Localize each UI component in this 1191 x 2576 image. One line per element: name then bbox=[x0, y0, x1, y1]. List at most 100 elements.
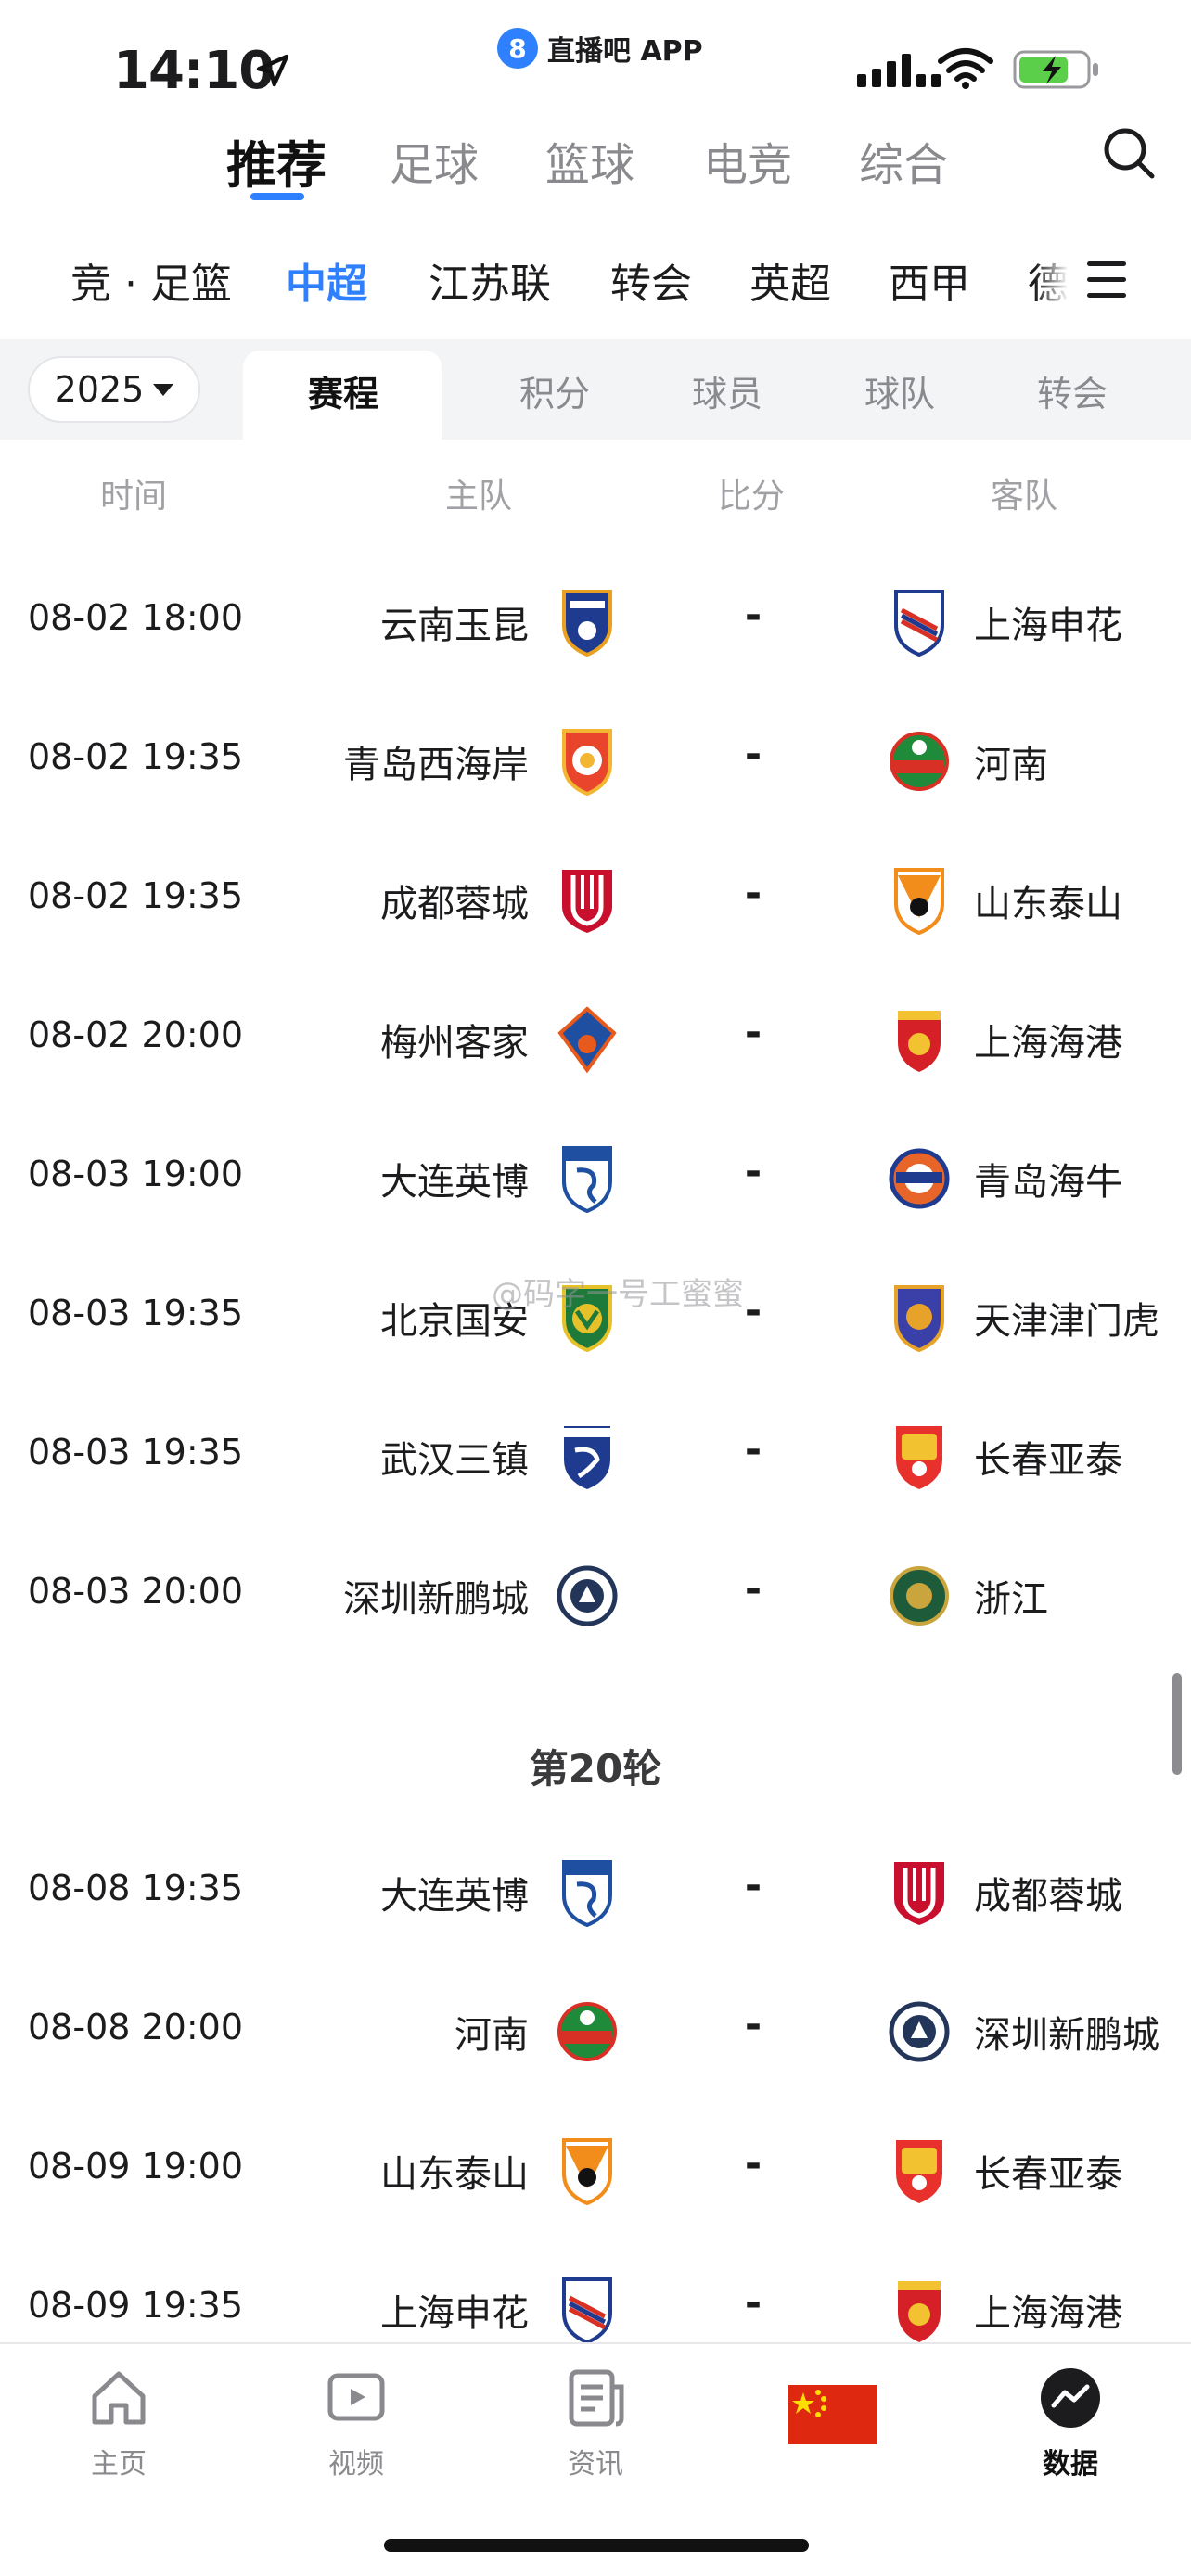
tab-football[interactable]: 足球 bbox=[390, 128, 479, 193]
home-team: 大连英博 bbox=[380, 1161, 529, 1204]
match-score: - bbox=[744, 1009, 762, 1056]
active-tab-indicator bbox=[250, 193, 304, 200]
subtab-schedule[interactable]: 赛程 bbox=[308, 365, 378, 416]
home-team: 河南 bbox=[455, 2014, 529, 2057]
tab-esports[interactable]: 电竞 bbox=[703, 128, 792, 193]
sub-tabs: 2025 赛程 积分 球员 球队 转会 bbox=[0, 339, 1191, 440]
match-time: 08-03 19:35 bbox=[28, 1293, 244, 1333]
league-tab-epl[interactable]: 英超 bbox=[749, 250, 831, 310]
menu-icon[interactable] bbox=[1074, 252, 1141, 308]
nav-home[interactable]: 主页 bbox=[54, 2365, 184, 2494]
match-score: - bbox=[744, 870, 762, 917]
team-crest-icon bbox=[557, 1565, 618, 1626]
team-crest-icon bbox=[562, 590, 612, 657]
match-row[interactable]: 08-08 19:35 大连英博 - 成都蓉城 bbox=[0, 1821, 1191, 1960]
match-score: - bbox=[744, 1565, 762, 1613]
match-time: 08-09 19:00 bbox=[28, 2146, 244, 2187]
location-arrow-icon bbox=[256, 54, 289, 87]
tab-basketball[interactable]: 篮球 bbox=[545, 128, 634, 193]
nav-news[interactable]: 资讯 bbox=[531, 2365, 660, 2494]
match-row[interactable]: 08-02 19:35 青岛西海岸 - 河南 bbox=[0, 690, 1191, 829]
home-team: 山东泰山 bbox=[380, 2153, 529, 2196]
cellular-signal-icon bbox=[857, 50, 941, 87]
app-logo-icon: 8 bbox=[497, 28, 538, 69]
away-team: 长春亚泰 bbox=[974, 2153, 1122, 2196]
home-team: 深圳新鹏城 bbox=[343, 1578, 529, 1621]
away-team: 山东泰山 bbox=[974, 883, 1122, 925]
subtab-teams[interactable]: 球队 bbox=[864, 365, 935, 416]
col-away: 客队 bbox=[991, 478, 1058, 516]
news-icon bbox=[569, 2369, 624, 2427]
league-tab-jiangsu[interactable]: 江苏联 bbox=[429, 250, 551, 310]
team-crest-icon bbox=[562, 729, 612, 796]
league-tab-laliga[interactable]: 西甲 bbox=[889, 250, 970, 310]
home-team: 青岛西海岸 bbox=[343, 744, 529, 786]
app-indicator[interactable]: 8 直播吧 APP bbox=[497, 28, 703, 69]
away-team: 长春亚泰 bbox=[974, 1439, 1122, 1482]
tab-general[interactable]: 综合 bbox=[859, 128, 948, 193]
home-team: 成都蓉城 bbox=[380, 883, 529, 925]
data-icon bbox=[1041, 2368, 1100, 2428]
match-row[interactable]: 08-08 20:00 河南 - 深圳新鹏城 bbox=[0, 1960, 1191, 2099]
match-row[interactable]: 08-02 20:00 梅州客家 - 上海海港 bbox=[0, 968, 1191, 1107]
match-row[interactable]: 08-02 18:00 云南玉昆 - 上海申花 bbox=[0, 551, 1191, 690]
subtab-standings[interactable]: 积分 bbox=[519, 365, 590, 416]
watermark: @码字一号工蜜蜜 bbox=[492, 1276, 744, 1313]
match-time: 08-03 19:35 bbox=[28, 1432, 244, 1473]
match-row[interactable]: 08-03 19:35 北京国安 - 天津津门虎 bbox=[0, 1246, 1191, 1385]
team-crest-icon bbox=[894, 1862, 944, 1925]
col-time: 时间 bbox=[100, 478, 168, 516]
match-row[interactable]: 08-02 19:35 成都蓉城 - 山东泰山 bbox=[0, 829, 1191, 968]
league-tab-csl[interactable]: 中超 bbox=[286, 250, 367, 310]
match-score: - bbox=[744, 592, 762, 639]
china-flag-icon[interactable] bbox=[788, 2385, 877, 2444]
league-fade bbox=[1035, 232, 1069, 325]
status-bar: 14:10 8 直播吧 APP bbox=[0, 0, 1191, 121]
match-time: 08-02 19:35 bbox=[28, 736, 244, 777]
away-team: 浙江 bbox=[974, 1578, 1048, 1621]
match-time: 08-02 20:00 bbox=[28, 1014, 244, 1055]
match-row[interactable]: 08-09 19:00 山东泰山 - 长春亚泰 bbox=[0, 2099, 1191, 2238]
league-tab-lottery[interactable]: 竞 · 足篮 bbox=[70, 250, 232, 310]
season-selector[interactable]: 2025 bbox=[28, 356, 200, 423]
nav-data[interactable]: 数据 bbox=[1005, 2365, 1135, 2494]
team-crest-icon bbox=[894, 1285, 944, 1352]
match-time: 08-02 19:35 bbox=[28, 875, 244, 916]
search-icon[interactable] bbox=[1100, 124, 1158, 182]
team-crest-icon bbox=[898, 1011, 941, 1072]
team-crest-icon bbox=[889, 2001, 950, 2062]
subtab-players[interactable]: 球员 bbox=[692, 365, 762, 416]
nav-label: 数据 bbox=[1043, 2448, 1098, 2480]
wifi-icon bbox=[938, 48, 993, 89]
match-row[interactable]: 08-03 20:00 深圳新鹏城 - 浙江 bbox=[0, 1524, 1191, 1664]
col-score: 比分 bbox=[718, 478, 786, 516]
team-crest-icon bbox=[564, 1426, 610, 1489]
match-time: 08-03 19:00 bbox=[28, 1154, 244, 1194]
match-time: 08-08 19:35 bbox=[28, 1868, 244, 1908]
match-score: - bbox=[744, 2279, 762, 2327]
team-crest-icon bbox=[896, 2140, 942, 2203]
scrollbar-thumb[interactable] bbox=[1172, 1673, 1182, 1775]
tab-recommend[interactable]: 推荐 bbox=[226, 124, 327, 198]
team-crest-icon bbox=[562, 2277, 612, 2344]
league-tabs: 竞 · 足篮 中超 江苏联 转会 英超 西甲 德 bbox=[0, 232, 1191, 325]
match-row[interactable]: 08-03 19:35 武汉三镇 - 长春亚泰 bbox=[0, 1385, 1191, 1524]
league-tab-transfers[interactable]: 转会 bbox=[610, 250, 692, 310]
away-team: 上海申花 bbox=[974, 605, 1122, 647]
status-time: 14:10 bbox=[113, 41, 275, 101]
match-time: 08-09 19:35 bbox=[28, 2285, 244, 2326]
team-crest-icon bbox=[557, 2002, 617, 2061]
team-crest-icon bbox=[562, 1860, 612, 1927]
subtab-transfers[interactable]: 转会 bbox=[1037, 365, 1108, 416]
home-team: 梅州客家 bbox=[380, 1022, 529, 1065]
match-row[interactable]: 08-03 19:00 大连英博 - 青岛海牛 bbox=[0, 1107, 1191, 1246]
team-crest-icon bbox=[894, 590, 944, 657]
away-team: 上海海港 bbox=[974, 2292, 1122, 2335]
home-indicator bbox=[384, 2539, 809, 2552]
team-crest-icon bbox=[890, 1566, 949, 1626]
team-crest-icon bbox=[557, 1006, 617, 1074]
team-crest-icon bbox=[896, 1426, 942, 1489]
video-icon bbox=[327, 2373, 385, 2421]
nav-video[interactable]: 视频 bbox=[291, 2365, 421, 2494]
away-team: 上海海港 bbox=[974, 1022, 1122, 1065]
